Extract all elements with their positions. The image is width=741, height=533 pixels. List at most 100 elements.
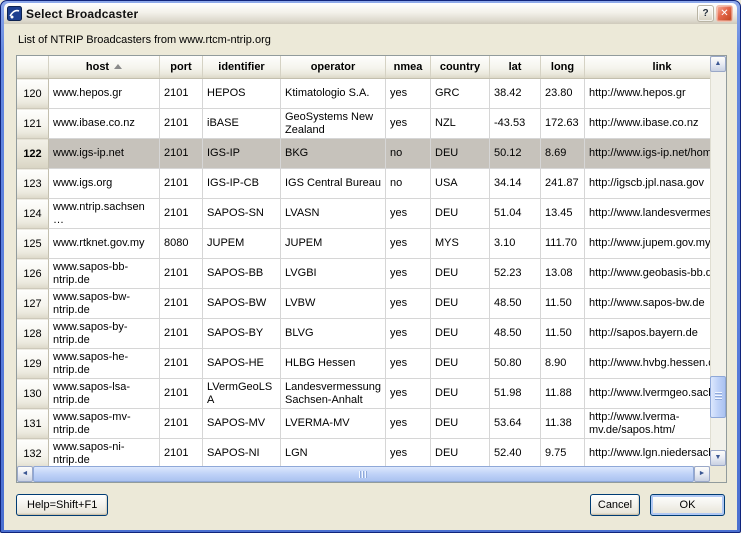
row-number-header[interactable]: 131 — [17, 409, 49, 439]
titlebar[interactable]: Select Broadcaster ? ✕ — [4, 3, 737, 24]
cell-country[interactable]: DEU — [431, 259, 490, 289]
cell-port[interactable]: 2101 — [160, 109, 203, 139]
cell-long[interactable]: 11.88 — [541, 379, 585, 409]
cell-nmea[interactable]: yes — [386, 259, 431, 289]
cell-identifier[interactable]: SAPOS-MV — [203, 409, 281, 439]
cell-nmea[interactable]: yes — [386, 319, 431, 349]
cell-operator[interactable]: BLVG — [281, 319, 386, 349]
row-number-header[interactable]: 123 — [17, 169, 49, 199]
row-number-header[interactable]: 121 — [17, 109, 49, 139]
cell-lat[interactable]: -43.53 — [490, 109, 541, 139]
cell-link[interactable]: http://www.lgn.niedersachs… — [585, 439, 711, 467]
cell-port[interactable]: 2101 — [160, 349, 203, 379]
help-button[interactable]: Help=Shift+F1 — [16, 494, 108, 516]
cell-host[interactable]: www.sapos-bw-ntrip.de — [49, 289, 160, 319]
cell-long[interactable]: 13.08 — [541, 259, 585, 289]
table-row[interactable]: 125www.rtknet.gov.my8080JUPEMJUPEMyesMYS… — [17, 229, 710, 259]
cell-operator[interactable]: LVBW — [281, 289, 386, 319]
column-header-host[interactable]: host — [49, 56, 160, 79]
row-number-header[interactable]: 127 — [17, 289, 49, 319]
cell-identifier[interactable]: SAPOS-BW — [203, 289, 281, 319]
corner-header[interactable] — [17, 56, 49, 79]
cell-lat[interactable]: 3.10 — [490, 229, 541, 259]
cell-identifier[interactable]: JUPEM — [203, 229, 281, 259]
column-header-long[interactable]: long — [541, 56, 585, 79]
cell-operator[interactable]: BKG — [281, 139, 386, 169]
cell-country[interactable]: DEU — [431, 199, 490, 229]
cell-operator[interactable]: LVASN — [281, 199, 386, 229]
cell-link[interactable]: http://www.hvbg.hessen.de — [585, 349, 711, 379]
cell-nmea[interactable]: yes — [386, 289, 431, 319]
row-number-header[interactable]: 129 — [17, 349, 49, 379]
column-header-identifier[interactable]: identifier — [203, 56, 281, 79]
cell-host[interactable]: www.igs.org — [49, 169, 160, 199]
cell-operator[interactable]: Landesvermessung Sachsen-Anhalt — [281, 379, 386, 409]
cell-country[interactable]: DEU — [431, 319, 490, 349]
cell-lat[interactable]: 52.40 — [490, 439, 541, 467]
cell-operator[interactable]: IGS Central Bureau — [281, 169, 386, 199]
cell-identifier[interactable]: LVermGeoLSA — [203, 379, 281, 409]
cell-long[interactable]: 11.50 — [541, 319, 585, 349]
cell-link[interactable]: http://igscb.jpl.nasa.gov — [585, 169, 711, 199]
row-number-header[interactable]: 124 — [17, 199, 49, 229]
column-header-lat[interactable]: lat — [490, 56, 541, 79]
cell-lat[interactable]: 50.80 — [490, 349, 541, 379]
cell-identifier[interactable]: HEPOS — [203, 79, 281, 109]
cell-long[interactable]: 9.75 — [541, 439, 585, 467]
table-row[interactable]: 124www.ntrip.sachsen…2101SAPOS-SNLVASNye… — [17, 199, 710, 229]
cell-nmea[interactable]: yes — [386, 199, 431, 229]
cell-port[interactable]: 2101 — [160, 319, 203, 349]
cell-link[interactable]: http://www.lverma-mv.de/sapos.htm/ — [585, 409, 711, 439]
cell-nmea[interactable]: yes — [386, 439, 431, 467]
cell-nmea[interactable]: yes — [386, 79, 431, 109]
cell-host[interactable]: www.sapos-bb-ntrip.de — [49, 259, 160, 289]
cell-link[interactable]: http://www.igs-ip.net/home — [585, 139, 711, 169]
row-number-header[interactable]: 120 — [17, 79, 49, 109]
cell-country[interactable]: DEU — [431, 439, 490, 467]
scroll-right-button[interactable]: ► — [694, 466, 710, 482]
scroll-up-button[interactable]: ▲ — [710, 56, 726, 72]
cell-host[interactable]: www.sapos-by-ntrip.de — [49, 319, 160, 349]
row-number-header[interactable]: 126 — [17, 259, 49, 289]
cell-lat[interactable]: 51.04 — [490, 199, 541, 229]
cell-host[interactable]: www.sapos-he-ntrip.de — [49, 349, 160, 379]
cell-identifier[interactable]: SAPOS-NI — [203, 439, 281, 467]
cell-lat[interactable]: 53.64 — [490, 409, 541, 439]
cell-link[interactable]: http://www.sapos-bw.de — [585, 289, 711, 319]
table-row[interactable]: 128www.sapos-by-ntrip.de2101SAPOS-BYBLVG… — [17, 319, 710, 349]
cell-identifier[interactable]: SAPOS-BB — [203, 259, 281, 289]
cell-lat[interactable]: 34.14 — [490, 169, 541, 199]
vertical-scrollbar[interactable]: ▲ ▼ — [710, 56, 726, 466]
row-number-header[interactable]: 125 — [17, 229, 49, 259]
cell-country[interactable]: MYS — [431, 229, 490, 259]
cell-host[interactable]: www.hepos.gr — [49, 79, 160, 109]
cell-identifier[interactable]: iBASE — [203, 109, 281, 139]
cell-host[interactable]: www.ntrip.sachsen… — [49, 199, 160, 229]
cell-nmea[interactable]: yes — [386, 409, 431, 439]
cell-operator[interactable]: JUPEM — [281, 229, 386, 259]
table-row[interactable]: 121www.ibase.co.nz2101iBASEGeoSystems Ne… — [17, 109, 710, 139]
cell-nmea[interactable]: no — [386, 169, 431, 199]
cell-operator[interactable]: LGN — [281, 439, 386, 467]
cell-host[interactable]: www.ibase.co.nz — [49, 109, 160, 139]
cell-long[interactable]: 172.63 — [541, 109, 585, 139]
column-header-link[interactable]: link — [585, 56, 711, 79]
cell-long[interactable]: 8.69 — [541, 139, 585, 169]
cell-country[interactable]: DEU — [431, 289, 490, 319]
cell-link[interactable]: http://www.lvermgeo.sachs… — [585, 379, 711, 409]
column-header-country[interactable]: country — [431, 56, 490, 79]
table-row[interactable]: 127www.sapos-bw-ntrip.de2101SAPOS-BWLVBW… — [17, 289, 710, 319]
cell-country[interactable]: DEU — [431, 409, 490, 439]
row-number-header[interactable]: 132 — [17, 439, 49, 467]
cell-country[interactable]: DEU — [431, 139, 490, 169]
cell-identifier[interactable]: IGS-IP — [203, 139, 281, 169]
ok-button[interactable]: OK — [650, 494, 725, 516]
cell-port[interactable]: 2101 — [160, 139, 203, 169]
table-row[interactable]: 132www.sapos-ni-ntrip.de2101SAPOS-NILGNy… — [17, 439, 710, 467]
cell-port[interactable]: 2101 — [160, 439, 203, 467]
cell-operator[interactable]: LVGBI — [281, 259, 386, 289]
cell-long[interactable]: 8.90 — [541, 349, 585, 379]
cell-lat[interactable]: 50.12 — [490, 139, 541, 169]
cell-long[interactable]: 11.38 — [541, 409, 585, 439]
cell-country[interactable]: DEU — [431, 379, 490, 409]
